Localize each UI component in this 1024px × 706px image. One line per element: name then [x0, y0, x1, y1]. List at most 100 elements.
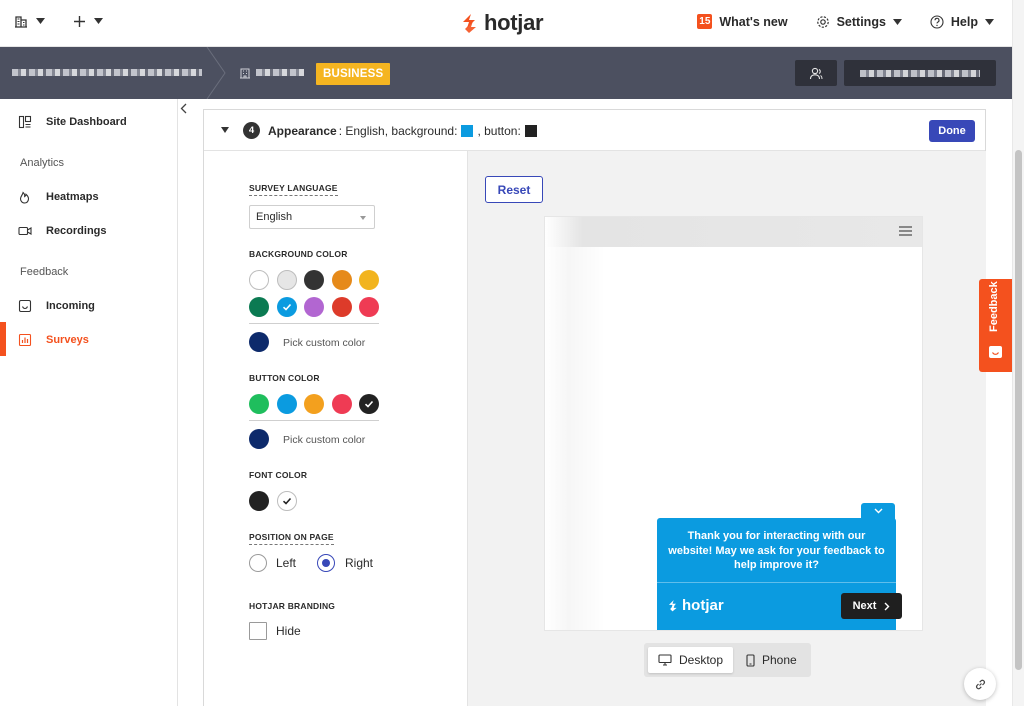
add-dropdown[interactable] — [73, 15, 103, 28]
page-scrollbar[interactable] — [1012, 0, 1024, 706]
collapse-caret-icon[interactable] — [221, 127, 229, 133]
sidebar-item-incoming[interactable]: Incoming — [18, 299, 95, 313]
account-menu[interactable] — [844, 60, 996, 86]
survey-hotjar-logo: hotjar — [667, 597, 724, 614]
gear-icon — [816, 15, 829, 28]
sidebar-heading-analytics: Analytics — [20, 157, 65, 169]
button-pick-custom-color[interactable]: Pick custom color — [283, 434, 365, 446]
hotjar-logo[interactable]: hotjar — [460, 10, 544, 36]
background-pick-custom-color[interactable]: Pick custom color — [283, 337, 365, 349]
background-color-swatch[interactable] — [249, 297, 269, 317]
collapse-sidebar-button[interactable] — [176, 100, 190, 116]
survey-widget: Thank you for interacting with our websi… — [657, 518, 902, 630]
feedback-face-icon — [989, 346, 1002, 358]
background-color-swatch[interactable] — [304, 270, 324, 290]
sidebar-item-site-dashboard[interactable]: Site Dashboard — [18, 115, 127, 129]
help-icon — [930, 14, 944, 29]
position-left-radio[interactable] — [249, 554, 267, 572]
background-color-swatch[interactable] — [359, 270, 379, 290]
whats-new-link[interactable]: 15 What's new — [697, 14, 788, 29]
redacted-site-name — [12, 69, 202, 76]
button-color-preview — [524, 125, 537, 137]
background-color-swatch[interactable] — [331, 270, 352, 290]
feedback-face-icon — [18, 299, 32, 313]
phone-label: Phone — [762, 653, 797, 667]
position-left-label[interactable]: Left — [276, 556, 296, 570]
video-camera-icon — [18, 226, 32, 236]
whats-new-label: What's new — [719, 14, 788, 29]
sites-dropdown[interactable] — [14, 14, 45, 28]
chevron-down-icon — [360, 216, 366, 220]
chevron-down-icon — [985, 18, 994, 25]
redacted-org-name — [256, 69, 304, 76]
survey-chart-icon — [18, 333, 32, 347]
survey-language-label: SURVEY LANGUAGE — [249, 183, 338, 196]
phone-icon — [746, 653, 755, 667]
position-right-label[interactable]: Right — [345, 556, 373, 570]
help-label: Help — [950, 14, 978, 29]
reset-button[interactable]: Reset — [485, 176, 543, 203]
link-icon — [975, 679, 985, 689]
chevron-down-icon — [874, 508, 882, 514]
team-button[interactable] — [795, 60, 837, 86]
step-number: 4 — [243, 122, 260, 139]
background-color-swatch[interactable] — [276, 297, 297, 317]
copy-link-button[interactable] — [964, 668, 996, 700]
plan-badge: BUSINESS — [316, 63, 391, 85]
device-toggle: Desktop Phone — [644, 643, 811, 677]
button-color-swatch[interactable] — [304, 394, 324, 414]
button-custom-color-swatch[interactable] — [249, 429, 269, 449]
survey-language-select[interactable]: English — [249, 205, 375, 229]
scrollbar-thumb[interactable] — [1015, 150, 1022, 670]
settings-dropdown[interactable]: Settings — [816, 15, 902, 29]
hotjar-flame-icon — [668, 600, 677, 612]
feedback-tab[interactable]: Feedback — [979, 279, 1012, 372]
next-label: Next — [852, 600, 877, 612]
settings-label: Settings — [836, 14, 886, 29]
sidebar-item-surveys[interactable]: Surveys — [18, 333, 89, 347]
sidebar-item-heatmaps[interactable]: Heatmaps — [18, 190, 99, 204]
phone-toggle-button[interactable]: Phone — [736, 647, 807, 673]
chevron-down-icon — [892, 18, 902, 25]
button-color-swatch[interactable] — [276, 394, 297, 414]
step-summary: Appearance : English, background: , butt… — [268, 124, 539, 138]
sidebar-heading-feedback: Feedback — [20, 266, 69, 278]
background-color-swatch[interactable] — [304, 297, 324, 317]
appearance-step-panel: 4 Appearance : English, background: , bu… — [203, 109, 986, 706]
desktop-toggle-button[interactable]: Desktop — [648, 647, 734, 673]
help-dropdown[interactable]: Help — [930, 15, 994, 29]
step-summary-button: , button: — [477, 124, 521, 138]
button-color-swatch[interactable] — [249, 394, 269, 414]
hide-branding-checkbox[interactable] — [249, 622, 267, 640]
hide-branding-label[interactable]: Hide — [276, 624, 301, 638]
survey-next-button[interactable]: Next — [841, 593, 902, 619]
done-button[interactable]: Done — [929, 120, 975, 142]
position-right-radio[interactable] — [317, 554, 335, 572]
branding-label: HOTJAR BRANDING — [249, 601, 336, 611]
dashboard-icon — [18, 115, 32, 129]
background-color-label: BACKGROUND COLOR — [249, 249, 348, 259]
survey-preview: Reset Thank you for interacting with our… — [467, 151, 986, 706]
chevron-down-icon — [94, 18, 103, 24]
survey-logo-text: hotjar — [682, 597, 724, 614]
background-color-swatch[interactable] — [331, 297, 352, 317]
survey-question: Thank you for interacting with our websi… — [668, 530, 885, 571]
step-header: 4 Appearance : English, background: , bu… — [204, 110, 985, 151]
font-color-swatch[interactable] — [276, 491, 297, 511]
background-custom-color-swatch[interactable] — [249, 332, 269, 352]
background-color-swatch[interactable] — [249, 270, 269, 290]
divider — [249, 420, 379, 421]
background-color-swatch[interactable] — [359, 297, 379, 317]
chevron-right-icon — [884, 602, 890, 610]
breadcrumb-separator — [206, 47, 226, 99]
button-color-swatch[interactable] — [359, 394, 379, 414]
button-color-swatch[interactable] — [331, 394, 352, 414]
building-icon — [15, 16, 27, 28]
sidebar-item-recordings[interactable]: Recordings — [18, 224, 107, 238]
sidebar-item-label: Site Dashboard — [46, 116, 127, 128]
background-color-swatch[interactable] — [276, 270, 297, 290]
survey-minimize-toggle[interactable] — [861, 503, 895, 519]
font-color-swatch[interactable] — [249, 491, 269, 511]
top-bar: hotjar 15 What's new Settings Help — [0, 0, 1012, 47]
desktop-label: Desktop — [679, 653, 724, 667]
